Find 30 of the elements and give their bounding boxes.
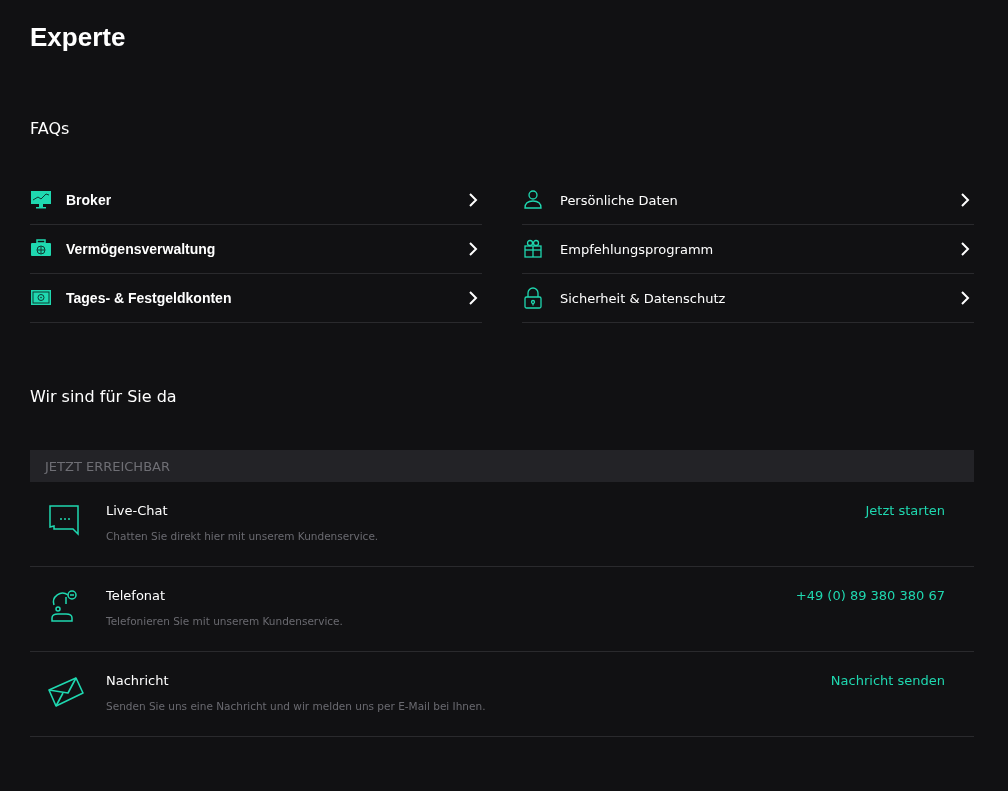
section-heading: Wir sind für Sie da (30, 387, 178, 406)
faq-item[interactable]: Persönliche Daten (522, 176, 974, 225)
contact-title: Live-Chat (106, 503, 169, 518)
chevron-icon (468, 290, 478, 306)
page-title: Experte (30, 22, 127, 53)
contact-link[interactable]: Jetzt starten (865, 503, 945, 518)
gift-icon (522, 238, 544, 260)
chevron-icon (960, 241, 970, 257)
chevron-icon (468, 192, 478, 208)
chevron-icon (960, 192, 970, 208)
faq-item[interactable]: Vermögensverwaltung (30, 225, 482, 274)
monitor-icon (30, 189, 52, 211)
contact-description: Senden Sie uns eine Nachricht und wir melden uns per E-Mail bei Ihnen. (106, 700, 487, 712)
contact-title: Telefonat (106, 588, 167, 603)
faq-item[interactable]: Empfehlungsprogramm (522, 225, 974, 274)
faq-item[interactable]: Sicherheit & Datenschutz (522, 274, 974, 323)
status-label: JETZT ERREICHBAR (45, 458, 170, 474)
padlock-icon (522, 287, 544, 309)
contact-link[interactable]: Nachricht senden (830, 673, 945, 688)
contact-link[interactable]: +49 (0) 89 380 380 67 (795, 588, 945, 603)
contact-description: Telefonieren Sie mit unserem Kundenservice. (106, 615, 344, 627)
faq-item[interactable]: Broker (30, 176, 482, 225)
chevron-icon (960, 290, 970, 306)
section-heading: FAQs (30, 119, 71, 138)
chevron-icon (468, 241, 478, 257)
contact-title: Nachricht (106, 673, 170, 688)
faq-item[interactable]: Tages- & Festgeldkonten (30, 274, 482, 323)
person-icon (522, 189, 544, 211)
envelope-icon (48, 674, 84, 710)
contact-description: Chatten Sie direkt hier mit unserem Kundenservice. (106, 530, 380, 542)
